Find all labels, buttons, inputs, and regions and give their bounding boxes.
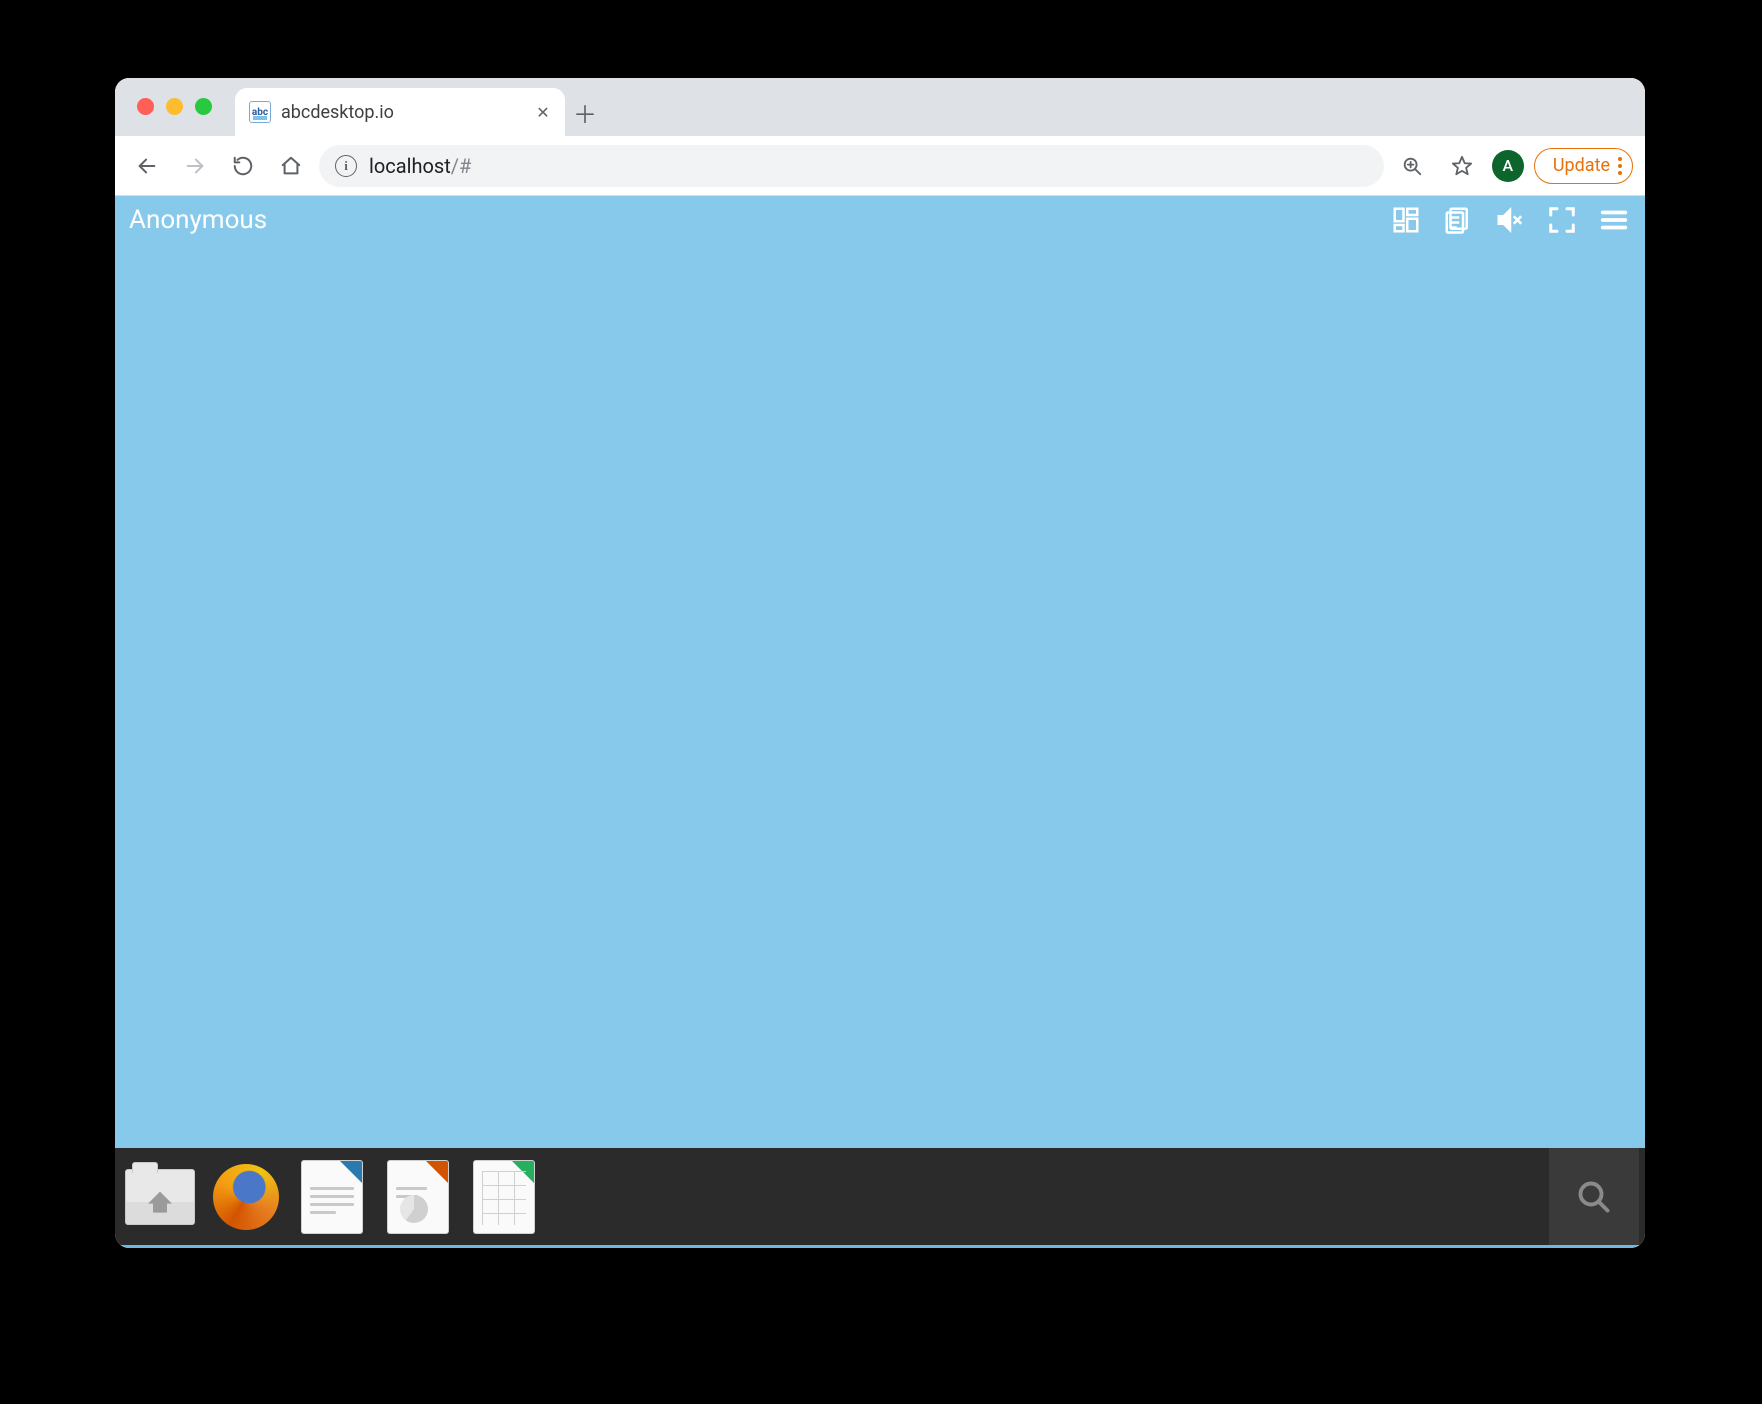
- desktop-actions: [1389, 203, 1631, 237]
- menu-button[interactable]: [1597, 203, 1631, 237]
- arrow-left-icon: [136, 155, 158, 177]
- dock-item-impress[interactable]: [379, 1158, 457, 1236]
- tab-close-button[interactable]: ✕: [535, 104, 551, 120]
- clipboard-button[interactable]: [1441, 203, 1475, 237]
- profile-avatar[interactable]: A: [1492, 150, 1524, 182]
- apps-grid-icon: [1391, 205, 1421, 235]
- browser-toolbar: i localhost/# A Update: [115, 136, 1645, 196]
- page-viewport: Anonymous: [115, 196, 1645, 1248]
- new-tab-button[interactable]: ＋: [565, 88, 605, 136]
- url-path: /#: [451, 154, 472, 178]
- tab-bar: abc abcdesktop.io ✕ ＋: [115, 78, 1645, 136]
- reload-icon: [232, 155, 254, 177]
- zoom-icon: [1401, 155, 1423, 177]
- star-icon: [1451, 155, 1473, 177]
- impress-icon: [387, 1160, 449, 1234]
- window-zoom-button[interactable]: [195, 98, 212, 115]
- dock-item-files[interactable]: [121, 1158, 199, 1236]
- files-icon: [125, 1169, 195, 1225]
- fullscreen-button[interactable]: [1545, 203, 1579, 237]
- url-host: localhost: [369, 154, 451, 178]
- desktop-user-label: Anonymous: [129, 205, 267, 235]
- tab-title: abcdesktop.io: [281, 102, 525, 123]
- zoom-button[interactable]: [1392, 146, 1432, 186]
- window-minimize-button[interactable]: [166, 98, 183, 115]
- clipboard-icon: [1443, 205, 1473, 235]
- dock-item-writer[interactable]: [293, 1158, 371, 1236]
- hamburger-menu-icon: [1599, 205, 1629, 235]
- calc-icon: [473, 1160, 535, 1234]
- apps-grid-button[interactable]: [1389, 203, 1423, 237]
- home-button[interactable]: [271, 146, 311, 186]
- address-bar[interactable]: i localhost/#: [319, 145, 1384, 187]
- desktop-topbar: Anonymous: [115, 196, 1645, 244]
- dock-search-button[interactable]: [1549, 1148, 1639, 1245]
- toolbar-actions: A Update: [1392, 146, 1633, 186]
- tab-favicon-icon: abc: [249, 101, 271, 123]
- fullscreen-icon: [1547, 205, 1577, 235]
- reload-button[interactable]: [223, 146, 263, 186]
- mute-button[interactable]: [1493, 203, 1527, 237]
- arrow-right-icon: [184, 155, 206, 177]
- favicon-text: abc: [252, 107, 268, 118]
- window-close-button[interactable]: [137, 98, 154, 115]
- dock-item-firefox[interactable]: [207, 1158, 285, 1236]
- dock-item-calc[interactable]: [465, 1158, 543, 1236]
- browser-tab[interactable]: abc abcdesktop.io ✕: [235, 88, 565, 136]
- home-icon: [280, 155, 302, 177]
- window-controls: [137, 98, 212, 115]
- update-button[interactable]: Update: [1534, 148, 1633, 184]
- firefox-icon: [213, 1164, 279, 1230]
- volume-mute-icon: [1495, 205, 1525, 235]
- back-button[interactable]: [127, 146, 167, 186]
- dock: [115, 1148, 1645, 1245]
- bottom-accent-strip: [115, 1245, 1645, 1248]
- remote-desktop[interactable]: Anonymous: [115, 196, 1645, 1148]
- bookmark-button[interactable]: [1442, 146, 1482, 186]
- url-text: localhost/#: [369, 154, 1368, 178]
- avatar-initial: A: [1503, 156, 1514, 175]
- kebab-menu-icon: [1618, 157, 1622, 175]
- update-label: Update: [1553, 155, 1610, 176]
- search-icon: [1576, 1179, 1612, 1215]
- browser-window: abc abcdesktop.io ✕ ＋ i localhost/#: [115, 78, 1645, 1248]
- writer-icon: [301, 1160, 363, 1234]
- site-info-icon[interactable]: i: [335, 155, 357, 177]
- forward-button[interactable]: [175, 146, 215, 186]
